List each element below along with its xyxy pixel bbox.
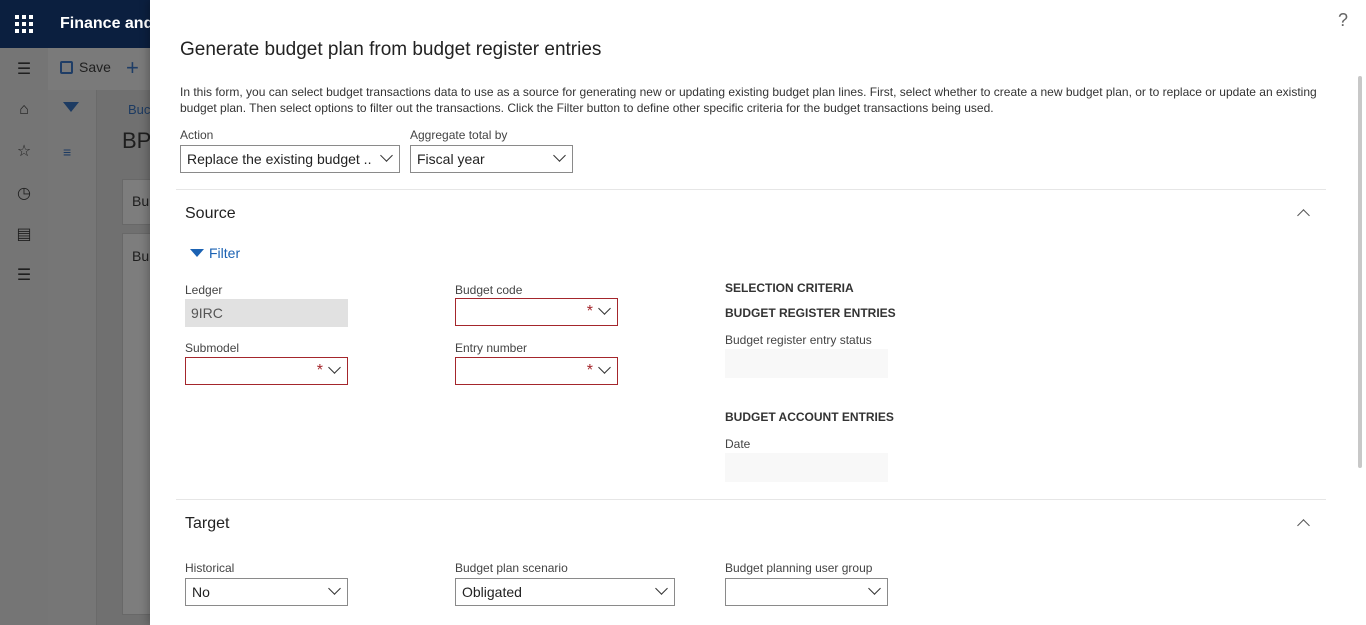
budget-code-label: Budget code [455, 283, 523, 297]
budget-account-entries-heading: BUDGET ACCOUNT ENTRIES [725, 410, 894, 424]
background-left-pane: ≡ [48, 90, 97, 625]
list-lines-icon: ≡ [63, 144, 72, 160]
collapse-chevron-icon[interactable] [1297, 209, 1310, 222]
navigation-rail: ☰ ⌂ ☆ ◷ ▤ ☰ [0, 48, 49, 625]
scenario-value: Obligated [462, 584, 522, 600]
favorites-star-icon[interactable]: ☆ [14, 142, 34, 162]
save-label: Save [79, 59, 111, 75]
background-new-icon: + [126, 55, 139, 80]
register-status-field [725, 349, 888, 378]
register-status-label: Budget register entry status [725, 333, 872, 347]
background-card-1-title: Bu [132, 193, 150, 209]
modules-list-icon[interactable]: ☰ [14, 266, 34, 286]
recent-clock-icon[interactable]: ◷ [14, 184, 34, 204]
ledger-label: Ledger [185, 283, 223, 297]
section-divider [176, 189, 1326, 190]
submodel-label: Submodel [185, 341, 240, 355]
hamburger-menu-icon[interactable]: ☰ [14, 60, 34, 80]
home-icon[interactable]: ⌂ [14, 100, 34, 120]
date-field [725, 453, 888, 482]
chevron-down-icon [328, 582, 341, 595]
app-title: Finance and [60, 15, 154, 32]
submodel-dropdown[interactable]: * [185, 357, 348, 385]
background-save-button: Save [60, 59, 111, 75]
chevron-down-icon [553, 149, 566, 162]
required-asterisk-icon: * [316, 362, 323, 379]
chevron-down-icon [598, 302, 611, 315]
filter-funnel-icon [190, 249, 204, 257]
historical-dropdown[interactable]: No [185, 578, 348, 606]
chevron-down-icon [328, 361, 341, 374]
required-asterisk-icon: * [586, 303, 593, 320]
help-icon[interactable]: ? [1338, 10, 1348, 31]
user-group-dropdown[interactable] [725, 578, 888, 606]
filter-button[interactable]: Filter [190, 245, 240, 261]
aggregate-label: Aggregate total by [410, 128, 508, 142]
background-card-2-title: Bu [132, 248, 150, 264]
budget-plan-scenario-dropdown[interactable]: Obligated [455, 578, 675, 606]
user-group-label: Budget planning user group [725, 561, 873, 575]
scenario-label: Budget plan scenario [455, 561, 568, 575]
source-section-header[interactable]: Source [185, 205, 236, 223]
date-label: Date [725, 437, 751, 451]
budget-register-entries-heading: BUDGET REGISTER ENTRIES [725, 306, 896, 320]
ledger-field: 9IRC [185, 299, 348, 327]
historical-label: Historical [185, 561, 235, 575]
chevron-down-icon [380, 149, 393, 162]
collapse-chevron-icon[interactable] [1297, 519, 1310, 532]
generate-budget-plan-dialog: ? Generate budget plan from budget regis… [150, 0, 1366, 625]
chevron-down-icon [598, 361, 611, 374]
dialog-description: In this form, you can select budget tran… [180, 85, 1317, 115]
background-page-title: BP [122, 128, 152, 153]
dialog-scrollbar[interactable] [1358, 76, 1362, 468]
entry-number-label: Entry number [455, 341, 528, 355]
workspaces-icon[interactable]: ▤ [14, 225, 34, 245]
filter-label: Filter [209, 245, 241, 261]
action-label: Action [180, 128, 214, 142]
action-dropdown[interactable]: Replace the existing budget ... [180, 145, 400, 173]
background-breadcrumb: Buc [128, 102, 151, 117]
save-icon [60, 61, 73, 74]
app-launcher-icon[interactable] [15, 15, 33, 33]
aggregate-total-dropdown[interactable]: Fiscal year [410, 145, 573, 173]
chevron-down-icon [655, 582, 668, 595]
filter-funnel-icon [63, 102, 79, 112]
required-asterisk-icon: * [586, 362, 593, 379]
historical-value: No [192, 584, 210, 600]
selection-criteria-heading: SELECTION CRITERIA [725, 281, 854, 295]
target-section-header[interactable]: Target [185, 515, 229, 533]
entry-number-dropdown[interactable]: * [455, 357, 618, 385]
action-value: Replace the existing budget ... [187, 151, 371, 167]
dialog-title: Generate budget plan from budget registe… [180, 39, 602, 60]
section-divider [176, 499, 1326, 500]
budget-code-dropdown[interactable]: * [455, 298, 618, 326]
aggregate-value: Fiscal year [417, 151, 485, 167]
chevron-down-icon [868, 582, 881, 595]
